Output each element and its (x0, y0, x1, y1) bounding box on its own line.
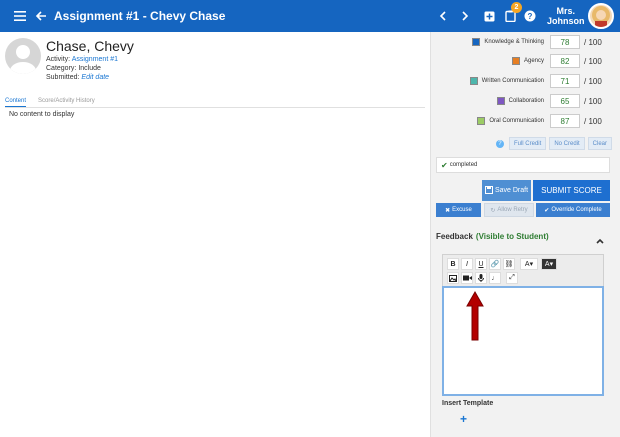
empty-content-message: No content to display (9, 111, 75, 118)
audio-link-icon[interactable]: ♩ (489, 272, 501, 284)
close-icon: ✖ (445, 207, 451, 214)
chevron-right-icon[interactable] (455, 6, 475, 26)
bg-color-button[interactable]: A ▾ (541, 258, 557, 270)
feedback-visibility: (Visible to Student) (475, 231, 549, 241)
svg-text:?: ? (528, 12, 533, 21)
student-avatar (5, 38, 41, 74)
chevron-left-icon[interactable] (433, 6, 453, 26)
microphone-icon[interactable] (475, 272, 487, 284)
submitted-line: Submitted: Edit date (46, 74, 110, 81)
activity-link[interactable]: Assignment #1 (72, 56, 118, 63)
chevron-up-icon[interactable] (596, 231, 604, 249)
tab-divider (5, 107, 425, 108)
bold-button[interactable]: B (447, 258, 459, 270)
unlink-icon[interactable]: ⛓ (503, 258, 515, 270)
menu-icon[interactable] (10, 6, 30, 26)
clear-button[interactable]: Clear (587, 137, 612, 150)
rubric-color-swatch (469, 77, 478, 85)
add-template-plus-icon[interactable]: + (460, 412, 467, 426)
excuse-button[interactable]: ✖ Excuse (436, 203, 481, 217)
override-complete-button[interactable]: ✔ Override Complete (536, 203, 610, 217)
tab-score-history[interactable]: Score/Activity History (38, 98, 95, 107)
fullscreen-icon[interactable]: ⤢ (506, 272, 518, 284)
rubric-label: Agency (523, 58, 544, 64)
status-text: completed (449, 162, 478, 168)
rubric-row: Knowledge & Thinking 78 / 100 (472, 35, 606, 49)
status-box: ✔ completed (436, 157, 610, 173)
info-icon[interactable]: ? (495, 139, 504, 148)
rubric-label: Knowledge & Thinking (484, 39, 544, 45)
rubric-row: Agency 82 / 100 (511, 54, 606, 68)
rubric-color-swatch (477, 117, 486, 125)
feedback-header: Feedback (Visible to Student) (436, 231, 549, 241)
check-circle-icon: ✔ (544, 207, 550, 214)
plus-box-icon[interactable] (479, 6, 499, 26)
credit-buttons: ? Full Credit No Credit Clear (495, 137, 612, 150)
link-icon[interactable]: 🔗 (489, 258, 501, 270)
user-avatar[interactable] (588, 3, 614, 29)
rubric-row: Collaboration 65 / 100 (496, 94, 606, 108)
no-credit-button[interactable]: No Credit (549, 137, 585, 150)
full-credit-button[interactable]: Full Credit (508, 137, 547, 150)
text-color-button[interactable]: A ▾ (520, 258, 538, 270)
checkmark-icon: ✔ (441, 160, 448, 170)
content-tabs: Content Score/Activity History (5, 98, 95, 107)
rubric-row: Oral Communication 87 / 100 (477, 114, 606, 128)
insert-template-label: Insert Template (442, 400, 494, 407)
rubric-score-input[interactable]: 65 (550, 94, 580, 108)
rubric-score-input[interactable]: 71 (550, 74, 580, 88)
back-arrow-icon[interactable] (31, 6, 51, 26)
rubric-color-swatch (511, 57, 520, 65)
underline-button[interactable]: U (475, 258, 487, 270)
rubric-color-swatch (496, 97, 505, 105)
rubric-max: / 100 (584, 76, 602, 86)
help-icon[interactable]: ? (520, 6, 540, 26)
rubric-score-input[interactable]: 78 (550, 35, 580, 49)
student-name: Chase, Chevy (46, 38, 134, 54)
rubric-color-swatch (472, 38, 481, 46)
rubric-max: / 100 (584, 116, 602, 126)
italic-button[interactable]: I (461, 258, 473, 270)
rubric-row: Written Communication 71 / 100 (469, 74, 606, 88)
editor-toolbar: B I U 🔗 ⛓ A ▾ A ▾ ♩ ⤢ (442, 254, 604, 286)
rubric-score-input[interactable]: 82 (550, 54, 580, 68)
retry-icon: ↻ (490, 207, 496, 214)
rubric-label: Oral Communication (489, 118, 544, 124)
page-title: Assignment #1 - Chevy Chase (54, 9, 226, 23)
edit-date-link[interactable]: Edit date (81, 74, 109, 81)
tab-content[interactable]: Content (5, 98, 27, 107)
rubric-max: / 100 (584, 56, 602, 66)
rubric-max: / 100 (584, 37, 602, 47)
image-icon[interactable] (447, 272, 459, 284)
annotation-arrow (466, 290, 484, 347)
rubric-score-input[interactable]: 87 (550, 114, 580, 128)
save-draft-button[interactable]: Save Draft (482, 180, 531, 201)
allow-retry-button[interactable]: ↻ Allow Retry (484, 203, 534, 217)
submit-score-button[interactable]: SUBMIT SCORE (533, 180, 610, 201)
activity-line: Activity: Assignment #1 (46, 56, 118, 63)
rubric-max: / 100 (584, 96, 602, 106)
rubric-label: Written Communication (481, 78, 544, 84)
video-icon[interactable] (461, 272, 473, 284)
rubric-label: Collaboration (508, 98, 544, 104)
category-line: Category: Include (46, 65, 101, 72)
user-name[interactable]: Mrs. Johnson (547, 6, 585, 26)
top-app-bar: Assignment #1 - Chevy Chase 2 ? Mrs. Joh… (0, 0, 620, 32)
save-icon (484, 185, 493, 196)
